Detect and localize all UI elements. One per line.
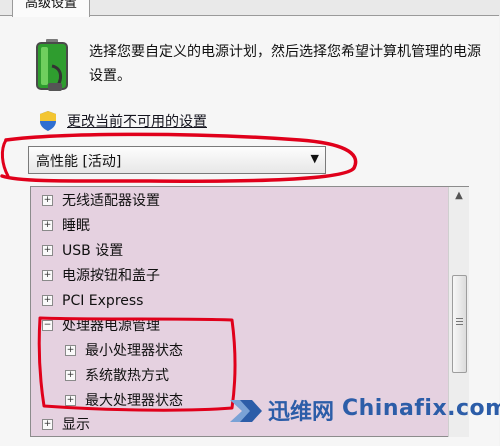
- scrollbar-thumb[interactable]: [452, 275, 467, 373]
- expand-plus-icon[interactable]: +: [65, 370, 76, 381]
- tab-advanced-settings[interactable]: 高级设置: [12, 0, 90, 17]
- watermark-en-text: Chinafix.com: [342, 396, 500, 421]
- tree-item-label: 最大处理器状态: [85, 393, 183, 409]
- collapse-minus-icon[interactable]: −: [42, 320, 53, 331]
- change-unavailable-settings-link[interactable]: 更改当前不可用的设置: [67, 111, 207, 131]
- expand-plus-icon[interactable]: +: [42, 220, 53, 231]
- power-plan-select[interactable]: 高性能 [活动] ▼: [28, 146, 326, 174]
- tree-item-label: 睡眠: [62, 218, 90, 234]
- chinafix-logo-icon: [230, 400, 262, 422]
- uac-shield-icon: [40, 111, 56, 131]
- scroll-up-arrow-icon[interactable]: ▲: [449, 187, 469, 205]
- battery-power-icon: [36, 39, 68, 92]
- tree-item-label: 显示: [62, 417, 90, 433]
- description-text: 选择您要自定义的电源计划，然后选择您希望计算机管理的电源设置。: [89, 44, 481, 84]
- expand-plus-icon[interactable]: +: [42, 195, 53, 206]
- expand-plus-icon[interactable]: +: [42, 295, 53, 306]
- tree-item-label: PCI Express: [62, 293, 144, 309]
- tree-item-label: 最小处理器状态: [85, 343, 183, 359]
- tree-item-label: USB 设置: [62, 243, 124, 259]
- watermark: 迅维网 Chinafix.com: [220, 386, 500, 437]
- tree-item-label: 系统散热方式: [85, 368, 169, 384]
- expand-plus-icon[interactable]: +: [42, 419, 53, 430]
- expand-plus-icon[interactable]: +: [65, 345, 76, 356]
- dropdown-arrow-icon: ▼: [310, 152, 319, 165]
- expand-plus-icon[interactable]: +: [42, 245, 53, 256]
- tree-item-label: 无线适配器设置: [62, 193, 160, 209]
- power-plan-select-value: 高性能 [活动]: [36, 154, 122, 170]
- expand-plus-icon[interactable]: +: [42, 270, 53, 281]
- grip-icon: [456, 318, 463, 327]
- tree-item-label: 处理器电源管理: [62, 318, 160, 334]
- tree-item-label: 电源按钮和盖子: [62, 268, 160, 284]
- expand-plus-icon[interactable]: +: [65, 395, 76, 406]
- watermark-cn-text: 迅维网: [268, 400, 335, 425]
